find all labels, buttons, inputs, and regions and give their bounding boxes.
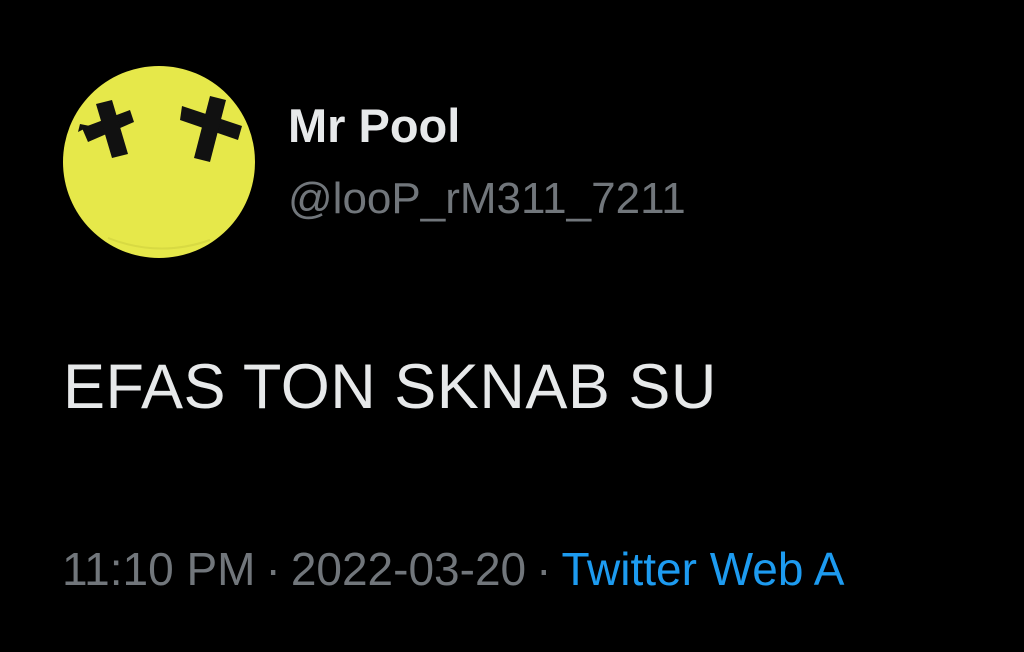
author-display-name[interactable]: Mr Pool <box>288 102 460 149</box>
tweet-time[interactable]: 11:10 PM <box>62 543 255 595</box>
meta-separator: · <box>265 543 281 595</box>
meta-separator: · <box>536 543 552 595</box>
author-handle[interactable]: @looP_rM311_7211 <box>288 177 686 221</box>
tweet-text: EFAS TON SKNAB SU <box>63 352 717 422</box>
tweet-date[interactable]: 2022-03-20 <box>291 543 526 595</box>
tweet-source-link[interactable]: Twitter Web A <box>561 543 844 595</box>
tweet-card: Mr Pool @looP_rM311_7211 EFAS TON SKNAB … <box>0 0 1024 652</box>
smiley-face-avatar-icon[interactable] <box>60 62 258 258</box>
tweet-metadata: 11:10 PM · 2022-03-20 · Twitter Web A <box>62 546 844 592</box>
